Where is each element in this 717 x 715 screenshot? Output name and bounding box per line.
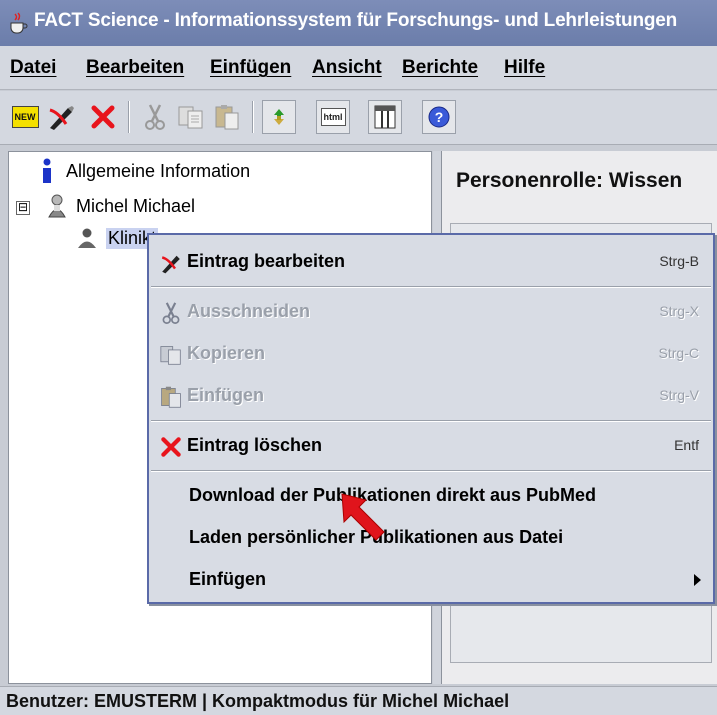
mouse-pointer-icon	[341, 493, 385, 541]
svg-text:?: ?	[435, 109, 444, 125]
menu-item-shortcut: Strg-B	[659, 253, 699, 269]
edit-icon	[159, 251, 183, 275]
refresh-icon	[274, 109, 284, 125]
menu-item-eintrag-loeschen[interactable]: Eintrag löschen Entf	[149, 425, 713, 467]
tree-item-allgemeine-information[interactable]: Allgemeine Information	[36, 158, 251, 183]
submenu-arrow-icon	[694, 574, 701, 586]
menu-berichte[interactable]: Berichte	[402, 57, 478, 79]
html-icon: html	[320, 108, 346, 126]
delete-button[interactable]	[86, 100, 120, 134]
collapse-toggle[interactable]: ⊟	[16, 201, 30, 215]
paste-icon	[159, 385, 183, 409]
menu-item-eintrag-bearbeiten[interactable]: Eintrag bearbeiten Strg-B	[149, 241, 713, 283]
columns-icon	[374, 105, 396, 129]
cut-icon	[159, 301, 183, 325]
info-icon	[36, 158, 58, 183]
menu-einfuegen[interactable]: Einfügen	[210, 57, 291, 79]
menu-item-download-pubmed[interactable]: Download der Publikationen direkt aus Pu…	[149, 475, 713, 517]
menu-item-label: Einfügen	[187, 385, 264, 405]
menu-bearbeiten[interactable]: Bearbeiten	[86, 57, 184, 79]
user-role-icon	[76, 226, 98, 250]
tree-item-label: Michel Michael	[76, 195, 196, 216]
menu-separator	[151, 286, 711, 288]
help-button[interactable]: ?	[422, 100, 456, 134]
toolbar: NEW html ?	[0, 91, 717, 145]
status-bar: Benutzer: EMUSTERM | Kompaktmodus für Mi…	[0, 686, 717, 715]
copy-button[interactable]	[174, 100, 208, 134]
toolbar-separator	[128, 101, 130, 133]
menu-item-shortcut: Strg-X	[659, 303, 699, 319]
menu-item-shortcut: Strg-V	[659, 387, 699, 403]
menu-item-einfuegen[interactable]: Einfügen Strg-V	[149, 375, 713, 417]
menu-separator	[151, 470, 711, 472]
tree-item-klinik[interactable]: Klinikt	[76, 226, 159, 250]
paste-icon	[215, 105, 239, 130]
menu-item-label: Eintrag löschen	[187, 435, 323, 455]
menu-item-laden-publikationen[interactable]: Laden persönlicher Publikationen aus Dat…	[149, 517, 713, 559]
delete-icon	[91, 105, 115, 129]
title-bar[interactable]: FACT Science - Informationssystem für Fo…	[0, 0, 717, 46]
window-title: FACT Science - Informationssystem für Fo…	[34, 10, 678, 31]
menu-item-shortcut: Strg-C	[658, 345, 699, 361]
menu-item-label: Einfügen	[189, 569, 266, 589]
edit-button[interactable]	[44, 100, 78, 134]
copy-icon	[178, 106, 203, 129]
help-icon: ?	[428, 106, 450, 128]
cut-icon	[145, 104, 165, 130]
copy-icon	[159, 343, 183, 367]
java-cup-icon	[8, 11, 28, 35]
new-button[interactable]: NEW	[8, 100, 42, 134]
menu-bar: Datei Bearbeiten Einfügen Ansicht Berich…	[0, 46, 717, 90]
edit-icon	[49, 106, 74, 130]
toolbar-separator	[252, 101, 254, 133]
context-menu: Eintrag bearbeiten Strg-B Ausschneiden S…	[147, 233, 715, 604]
menu-hilfe[interactable]: Hilfe	[504, 57, 545, 79]
detail-panel-title: Personenrolle: Wissen	[456, 169, 683, 192]
menu-separator	[151, 420, 711, 422]
menu-item-einfuegen-submenu[interactable]: Einfügen	[149, 559, 713, 601]
menu-item-label: Eintrag bearbeiten	[187, 251, 346, 271]
tree-item-label: Allgemeine Information	[66, 160, 251, 181]
cut-button[interactable]	[138, 100, 172, 134]
menu-ansicht[interactable]: Ansicht	[312, 57, 382, 79]
tree-item-michel-michael[interactable]: Michel Michael	[46, 194, 195, 218]
person-icon	[46, 194, 68, 218]
menu-item-label: Kopieren	[187, 343, 266, 363]
menu-datei[interactable]: Datei	[10, 57, 56, 79]
paste-button[interactable]	[210, 100, 244, 134]
menu-item-shortcut: Entf	[674, 437, 699, 453]
new-icon: NEW	[11, 106, 39, 128]
columns-button[interactable]	[368, 100, 402, 134]
refresh-button[interactable]	[262, 100, 296, 134]
menu-item-ausschneiden[interactable]: Ausschneiden Strg-X	[149, 291, 713, 333]
menu-item-label: Ausschneiden	[187, 301, 311, 321]
status-text: Benutzer: EMUSTERM | Kompaktmodus für Mi…	[6, 691, 510, 711]
application-window: FACT Science - Informationssystem für Fo…	[0, 0, 717, 715]
html-button[interactable]: html	[316, 100, 350, 134]
menu-item-kopieren[interactable]: Kopieren Strg-C	[149, 333, 713, 375]
delete-icon	[159, 435, 183, 459]
